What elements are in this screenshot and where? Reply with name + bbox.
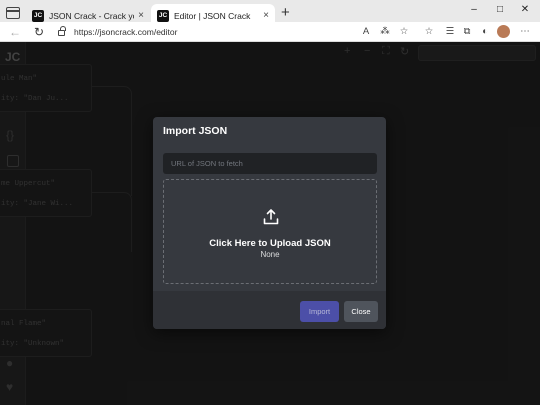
import-json-modal: Import JSON Click Here to Upload JSON No… [153,117,386,329]
tab-title: Editor | JSON Crack [174,10,251,21]
new-tab-button[interactable]: + [281,5,290,21]
collections-icon[interactable]: ⧉ [460,26,474,37]
favorites-bar-icon[interactable]: ☰ [443,26,457,37]
upload-icon [263,209,279,225]
selected-file-name: None [260,250,280,259]
tab-actions-icon[interactable] [6,7,20,19]
tracking-prevention-icon[interactable]: ☆ [397,26,411,37]
maximize-button[interactable]: □ [492,4,508,15]
profile-avatar[interactable] [497,25,510,38]
import-button[interactable]: Import [300,301,339,322]
upload-title: Click Here to Upload JSON [209,238,331,249]
tab-close-icon[interactable]: × [263,10,269,21]
immersive-reader-icon[interactable]: ⁂ [378,26,392,37]
reload-button[interactable]: ↻ [34,25,44,39]
browser-toolbar: ← ↻ https://jsoncrack.com/editor A ⁂ ☆ ☆… [0,22,540,42]
extensions-icon[interactable]: ◐ [478,26,492,37]
tab-title: JSON Crack - Crack your data into pieces [49,10,134,21]
jsoncrack-favicon-icon: JC [32,9,44,22]
address-bar[interactable]: https://jsoncrack.com/editor [58,24,358,40]
window-close-button[interactable]: ✕ [517,4,533,15]
jsoncrack-favicon-icon: JC [157,9,169,22]
json-url-input[interactable] [163,153,377,174]
tab-close-icon[interactable]: × [138,10,144,21]
lock-icon [58,26,66,36]
close-button[interactable]: Close [344,301,378,322]
read-aloud-icon[interactable]: A [359,26,373,37]
more-menu-icon[interactable]: ⋯ [518,26,532,37]
back-button[interactable]: ← [9,25,21,39]
modal-title: Import JSON [163,125,228,137]
url-text: https://jsoncrack.com/editor [74,27,178,37]
minimize-button[interactable]: – [466,4,482,15]
upload-dropzone[interactable]: Click Here to Upload JSON None [163,179,377,284]
modal-footer: Import Close [153,291,386,329]
favorite-star-icon[interactable]: ☆ [422,26,436,37]
